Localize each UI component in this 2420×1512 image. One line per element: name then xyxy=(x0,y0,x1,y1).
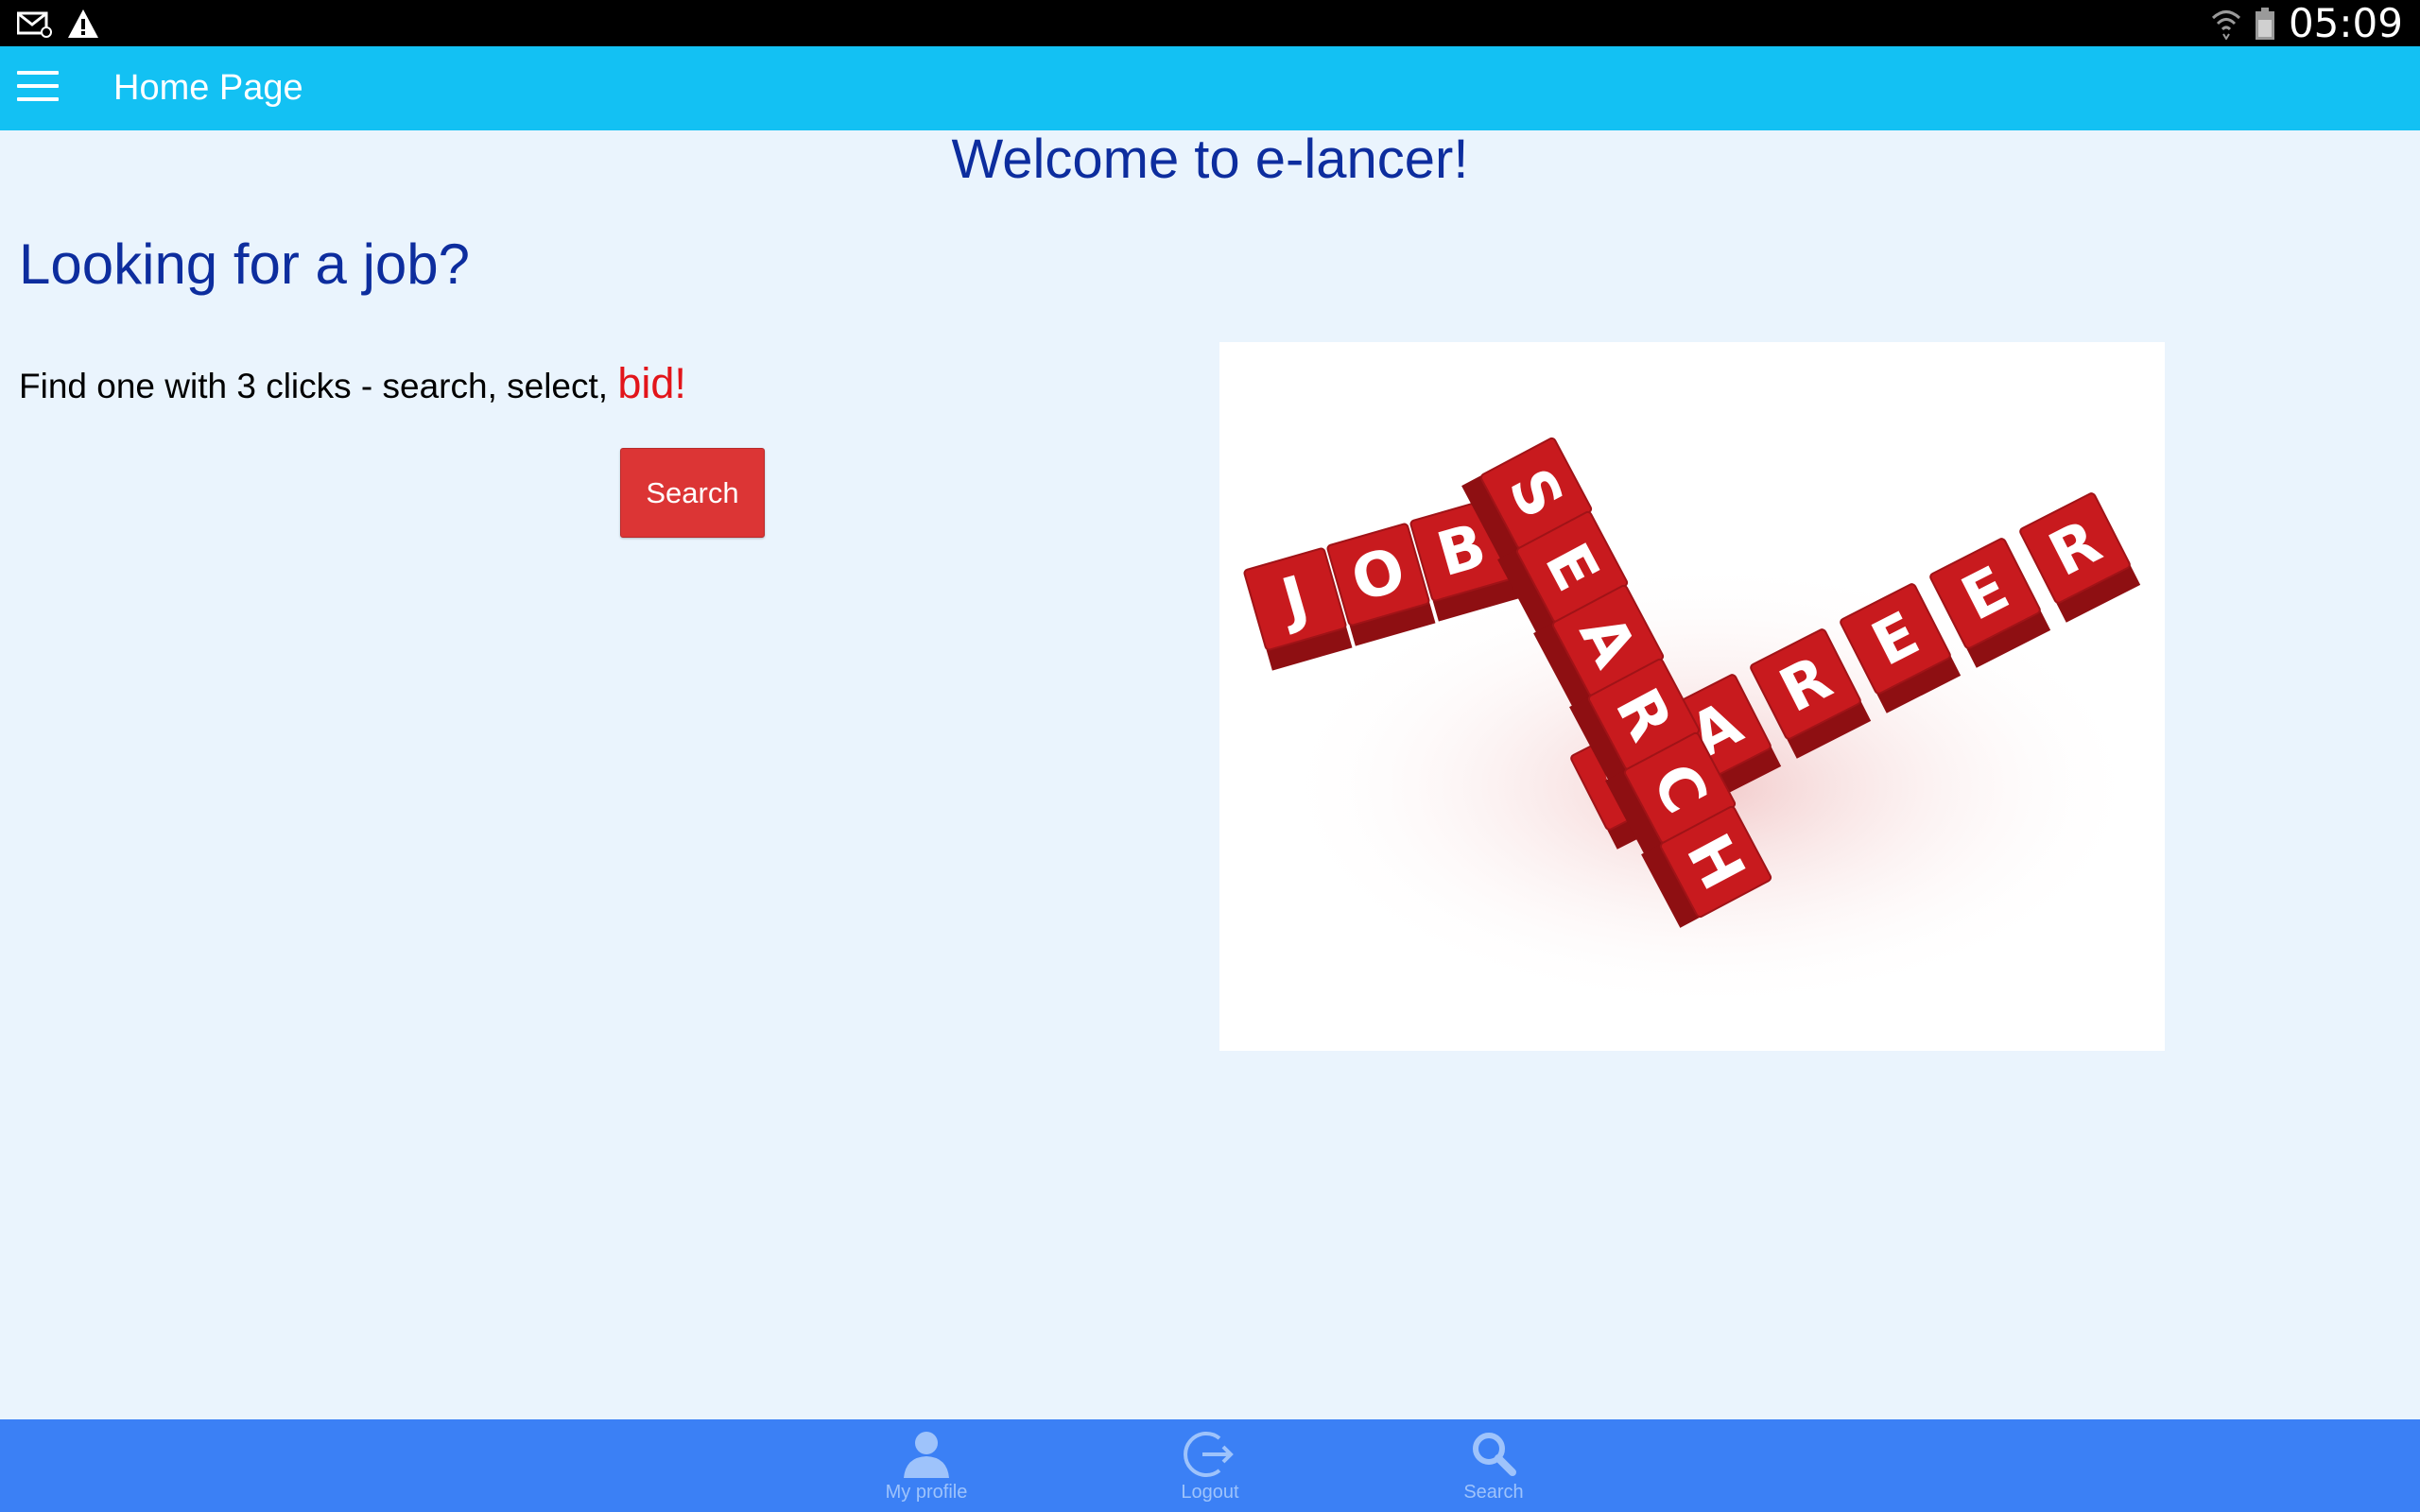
status-bar: 05:09 xyxy=(0,0,2420,46)
nav-item-my-profile[interactable]: My profile xyxy=(832,1419,1021,1512)
nav-label-my-profile: My profile xyxy=(885,1482,968,1503)
battery-icon xyxy=(2255,7,2274,40)
logout-icon xyxy=(1184,1432,1234,1477)
app-bar-title: Home Page xyxy=(113,68,303,108)
jobs-search-career-cubes: JOBSCAREERSEARCH xyxy=(1243,437,2146,1013)
tagline: Find one with 3 clicks - search, select,… xyxy=(19,359,686,408)
app-bar: Home Page xyxy=(0,46,2420,130)
tagline-highlight: bid! xyxy=(617,359,686,407)
clock: 05:09 xyxy=(2288,0,2403,46)
tagline-text: Find one with 3 clicks - search, select, xyxy=(19,367,609,405)
status-right-icons: 05:09 xyxy=(2211,0,2403,46)
person-icon xyxy=(904,1432,949,1478)
status-left-icons xyxy=(17,8,100,40)
nav-label-logout: Logout xyxy=(1181,1482,1239,1503)
nav-item-search[interactable]: Search xyxy=(1399,1419,1588,1512)
hamburger-menu-icon[interactable] xyxy=(17,71,59,109)
wifi-icon xyxy=(2211,9,2240,40)
welcome-heading: Welcome to e-lancer! xyxy=(951,129,1469,190)
warning-icon xyxy=(68,9,98,38)
search-button[interactable]: Search xyxy=(620,448,765,538)
nav-label-search: Search xyxy=(1463,1482,1524,1503)
search-icon xyxy=(1473,1433,1516,1476)
nav-item-logout[interactable]: Logout xyxy=(1115,1419,1305,1512)
page-heading: Looking for a job? xyxy=(19,232,471,296)
hero-image: JOBSCAREERSEARCH xyxy=(1219,342,2165,1051)
mail-notification-icon xyxy=(17,11,52,38)
bottom-nav: My profile Logout Search xyxy=(0,1419,2420,1512)
